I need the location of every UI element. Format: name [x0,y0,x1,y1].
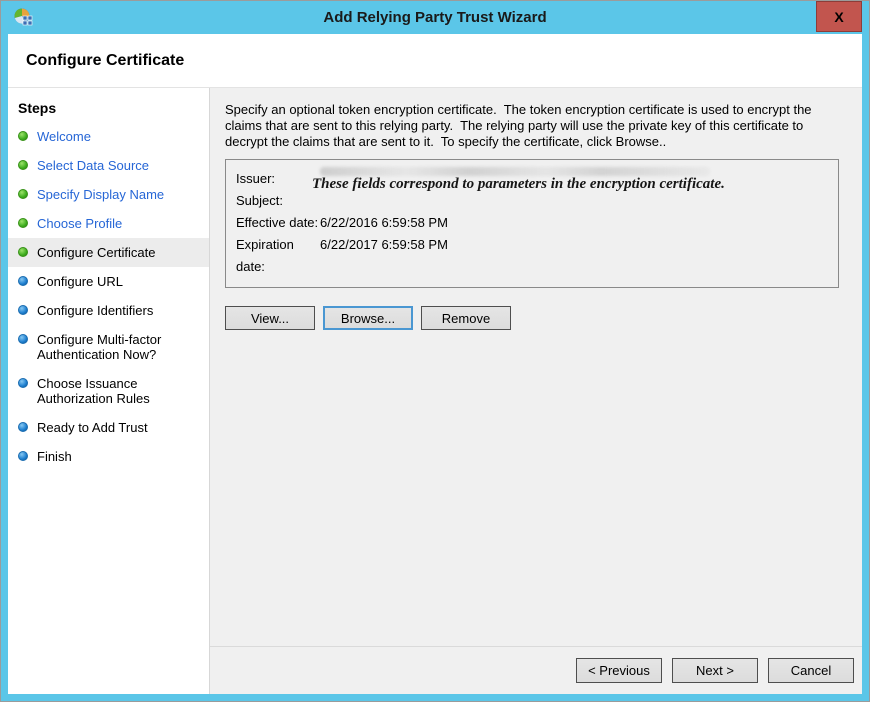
sidebar-item-finish: Finish [8,442,209,471]
sidebar-item-configure-multifactor-authentication: Configure Multi-factor Authentication No… [8,325,209,369]
previous-button[interactable]: < Previous [576,658,662,683]
content-main: Specify an optional token encryption cer… [210,88,862,646]
sidebar-item-ready-to-add-trust: Ready to Add Trust [8,413,209,442]
field-row-effective-date: Effective date: 6/22/2016 6:59:58 PM [236,212,828,234]
green-status-dot [18,218,28,228]
field-label-issuer: Issuer: [236,168,320,190]
green-status-dot [18,131,28,141]
blue-status-dot [18,451,28,461]
remove-button[interactable]: Remove [421,306,511,330]
steps-list: Welcome Select Data Source Specify Displ… [8,122,209,471]
field-label-effective-date: Effective date: [236,212,320,234]
browse-button[interactable]: Browse... [323,306,413,330]
titlebar: Add Relying Party Trust Wizard X [8,1,862,34]
page-description: Specify an optional token encryption cer… [225,102,837,150]
step-label: Finish [37,449,72,464]
sidebar-item-configure-url: Configure URL [8,267,209,296]
certificate-info-box: Issuer: Subject: Effective date: 6/22/20… [225,159,839,288]
certificate-actions: View... Browse... Remove [225,306,846,330]
blue-status-dot [18,422,28,432]
sidebar-item-select-data-source[interactable]: Select Data Source [8,151,209,180]
step-label: Select Data Source [37,158,149,173]
adfs-wizard-icon [13,7,35,29]
green-status-dot [18,189,28,199]
sidebar-item-choose-issuance-authorization-rules: Choose Issuance Authorization Rules [8,369,209,413]
step-label: Specify Display Name [37,187,164,202]
blue-status-dot [18,305,28,315]
wizard-window: Add Relying Party Trust Wizard X Configu… [0,0,870,702]
window-title: Add Relying Party Trust Wizard [8,9,862,26]
window-body: Configure Certificate Steps Welcome Sele… [8,34,862,694]
blue-status-dot [18,334,28,344]
sidebar-item-specify-display-name[interactable]: Specify Display Name [8,180,209,209]
field-row-subject: Subject: [236,190,828,212]
page-title: Configure Certificate [8,34,862,88]
step-label: Configure Identifiers [37,303,153,318]
sidebar-item-choose-profile[interactable]: Choose Profile [8,209,209,238]
field-value-subject [320,190,828,212]
blue-status-dot [18,276,28,286]
main-area: Steps Welcome Select Data Source Specify… [8,88,862,694]
steps-sidebar: Steps Welcome Select Data Source Specify… [8,88,209,694]
view-button[interactable]: View... [225,306,315,330]
steps-heading: Steps [8,96,209,122]
green-status-dot [18,247,28,257]
annotation-note: These fields correspond to parameters in… [312,176,725,193]
field-label-subject: Subject: [236,190,320,212]
next-button[interactable]: Next > [672,658,758,683]
sidebar-item-configure-identifiers: Configure Identifiers [8,296,209,325]
close-button[interactable]: X [816,1,862,32]
field-label-expiration-date: Expiration date: [236,234,320,278]
sidebar-item-configure-certificate[interactable]: Configure Certificate [8,238,209,267]
wizard-footer: < Previous Next > Cancel [210,646,862,694]
close-icon: X [834,9,843,25]
step-label: Choose Issuance Authorization Rules [37,376,203,406]
blue-status-dot [18,378,28,388]
cancel-button[interactable]: Cancel [768,658,854,683]
step-label: Welcome [37,129,91,144]
step-label: Configure Certificate [37,245,156,260]
step-label: Configure URL [37,274,123,289]
step-label: Choose Profile [37,216,122,231]
step-label: Configure Multi-factor Authentication No… [37,332,203,362]
green-status-dot [18,160,28,170]
field-row-expiration-date: Expiration date: 6/22/2017 6:59:58 PM [236,234,828,278]
step-label: Ready to Add Trust [37,420,148,435]
content-pane: Specify an optional token encryption cer… [209,88,862,694]
sidebar-item-welcome[interactable]: Welcome [8,122,209,151]
field-value-effective-date: 6/22/2016 6:59:58 PM [320,212,828,234]
field-value-expiration-date: 6/22/2017 6:59:58 PM [320,234,828,278]
